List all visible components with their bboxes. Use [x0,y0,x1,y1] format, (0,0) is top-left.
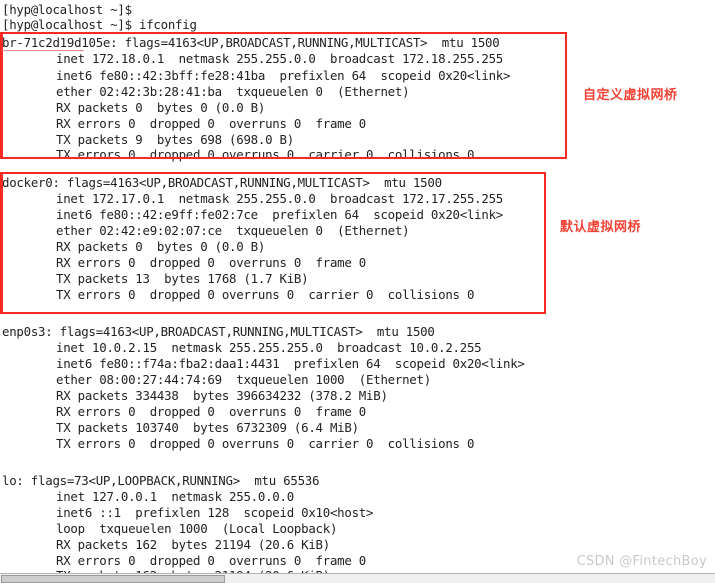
scrollbar-thumb[interactable] [1,575,225,583]
watermark: CSDN @FintechBoy [576,554,707,569]
interface-line-rx-errors: RX errors 0 dropped 0 overruns 0 frame 0 [56,116,367,131]
interface-line-ether: ether 02:42:e9:02:07:ce txqueuelen 0 (Et… [56,223,410,238]
terminal-screenshot: [hyp@localhost ~]$ [hyp@localhost ~]$ if… [0,0,715,583]
interface-header-enp0s3: enp0s3: flags=4163<UP,BROADCAST,RUNNING,… [2,324,435,339]
interface-line-rx-errors: RX errors 0 dropped 0 overruns 0 frame 0 [56,404,367,419]
interface-line-loop: loop txqueuelen 1000 (Local Loopback) [56,521,338,536]
interface-line-inet6: inet6 fe80::42:3bff:fe28:41ba prefixlen … [56,68,511,83]
interface-line-ether: ether 02:42:3b:28:41:ba txqueuelen 0 (Et… [56,84,410,99]
interface-line-inet: inet 10.0.2.15 netmask 255.255.255.0 bro… [56,340,482,355]
interface-line-rx-packets: RX packets 0 bytes 0 (0.0 B) [56,100,266,115]
prompt-line: [hyp@localhost ~]$ [2,2,132,17]
interface-line-rx-errors: RX errors 0 dropped 0 overruns 0 frame 0 [56,553,367,568]
interface-line-ether: ether 08:00:27:44:74:69 txqueuelen 1000 … [56,372,431,387]
interface-line-inet: inet 127.0.0.1 netmask 255.0.0.0 [56,489,294,504]
interface-line-tx-errors: TX errors 0 dropped 0 overruns 0 carrier… [56,287,475,302]
annotation-custom-bridge: 自定义虚拟网桥 [583,88,678,103]
prompt-line-command: [hyp@localhost ~]$ ifconfig [2,17,197,32]
horizontal-scrollbar[interactable] [0,573,715,583]
interface-line-inet: inet 172.17.0.1 netmask 255.255.0.0 broa… [56,191,504,206]
interface-line-inet6: inet6 fe80::f74a:fba2:daa1:4431 prefixle… [56,356,525,371]
bridge-name-underline [2,50,84,51]
interface-line-inet6: inet6 ::1 prefixlen 128 scopeid 0x10<hos… [56,505,374,520]
interface-header-lo: lo: flags=73<UP,LOOPBACK,RUNNING> mtu 65… [2,473,320,488]
interface-header-br: br-71c2d19d105e: flags=4163<UP,BROADCAST… [2,35,500,50]
interface-line-inet: inet 172.18.0.1 netmask 255.255.0.0 broa… [56,51,504,66]
interface-line-inet6: inet6 fe80::42:e9ff:fe02:7ce prefixlen 6… [56,207,504,222]
interface-line-rx-errors: RX errors 0 dropped 0 overruns 0 frame 0 [56,255,367,270]
interface-line-tx-packets: TX packets 9 bytes 698 (698.0 B) [56,132,294,147]
interface-line-rx-packets: RX packets 0 bytes 0 (0.0 B) [56,239,266,254]
interface-line-tx-errors: TX errors 0 dropped 0 overruns 0 carrier… [56,147,475,162]
interface-line-tx-packets: TX packets 103740 bytes 6732309 (6.4 MiB… [56,420,359,435]
interface-line-rx-packets: RX packets 334438 bytes 396634232 (378.2… [56,388,388,403]
interface-line-rx-packets: RX packets 162 bytes 21194 (20.6 KiB) [56,537,330,552]
annotation-default-bridge: 默认虚拟网桥 [560,220,642,235]
interface-line-tx-errors: TX errors 0 dropped 0 overruns 0 carrier… [56,436,475,451]
interface-line-tx-packets: TX packets 13 bytes 1768 (1.7 KiB) [56,271,309,286]
interface-header-docker0: docker0: flags=4163<UP,BROADCAST,RUNNING… [2,175,442,190]
